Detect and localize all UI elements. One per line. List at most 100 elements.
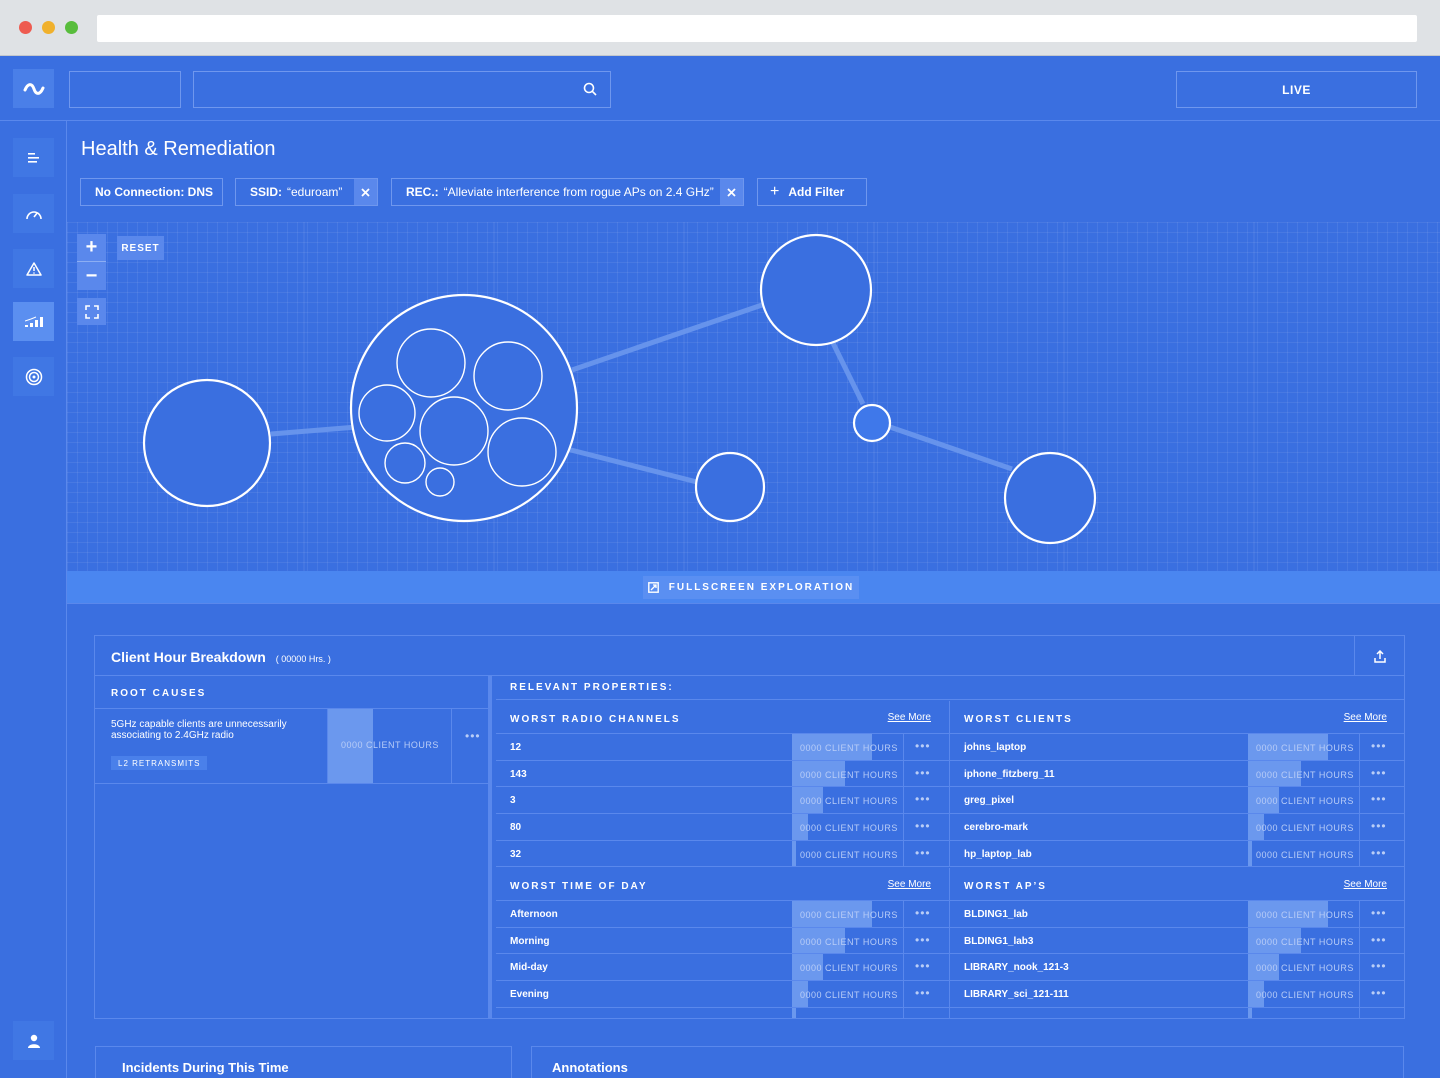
relevant-properties-heading: RELEVANT PROPERTIES: xyxy=(496,676,1404,700)
root-cause-item[interactable]: 5GHz capable clients are unnecessarily a… xyxy=(95,709,488,784)
search-input[interactable] xyxy=(193,71,611,108)
remove-filter-rec-button[interactable] xyxy=(720,179,743,205)
logo-icon xyxy=(23,82,44,95)
graph-canvas[interactable] xyxy=(67,222,1440,571)
see-more-link[interactable]: See More xyxy=(888,879,931,890)
add-filter-label: Add Filter xyxy=(788,185,845,199)
see-more-link[interactable]: See More xyxy=(1344,712,1387,723)
bar-label: 0000 CLIENT HOURS xyxy=(341,740,439,750)
see-more-link[interactable]: See More xyxy=(1344,879,1387,890)
fit-view-button[interactable] xyxy=(77,298,106,325)
user-icon xyxy=(27,1034,40,1048)
more-options-button[interactable]: ••• xyxy=(915,846,931,860)
row-name: Afternoon xyxy=(510,909,558,920)
section-title: WORST AP’S xyxy=(964,881,1047,892)
more-options-button[interactable]: ••• xyxy=(1371,739,1387,753)
filter-chip-connection[interactable]: No Connection: DNS xyxy=(80,178,223,206)
close-window-button[interactable] xyxy=(19,21,32,34)
upload-icon xyxy=(1373,649,1386,663)
target-icon xyxy=(25,368,42,385)
table-row[interactable]: 32 0000 CLIENT HOURS ••• xyxy=(496,840,949,868)
more-options-button[interactable]: ••• xyxy=(1371,986,1387,1000)
table-row[interactable]: 0000 CLIENT HOURS ••• xyxy=(950,1007,1404,1018)
zoom-controls: + − xyxy=(77,234,106,290)
bar-label: 0000 CLIENT HOURS xyxy=(800,769,898,780)
sidebar-item-menu[interactable] xyxy=(13,138,54,177)
export-button[interactable] xyxy=(1354,636,1404,676)
root-cause-tag[interactable]: L2 RETRANSMITS xyxy=(111,756,207,770)
more-options-button[interactable]: ••• xyxy=(915,766,931,780)
table-row[interactable]: Mid-day 0000 CLIENT HOURS ••• xyxy=(496,954,949,982)
table-row[interactable]: BLDING1_lab 0000 CLIENT HOURS ••• xyxy=(950,901,1404,928)
reset-button[interactable]: RESET xyxy=(117,236,164,260)
sidebar-item-dashboard[interactable] xyxy=(13,194,54,233)
more-options-button[interactable]: ••• xyxy=(1371,906,1387,920)
sidebar-item-alerts[interactable] xyxy=(13,249,54,288)
row-name: hp_laptop_lab xyxy=(964,848,1032,860)
see-more-link[interactable]: See More xyxy=(888,712,931,723)
more-options-button[interactable]: ••• xyxy=(915,933,931,947)
zoom-in-button[interactable]: + xyxy=(77,234,106,262)
annotations-card: Annotations xyxy=(531,1046,1404,1078)
table-row[interactable]: cerebro-mark 0000 CLIENT HOURS ••• xyxy=(950,814,1404,841)
table-row[interactable]: hp_laptop_lab 0000 CLIENT HOURS ••• xyxy=(950,840,1404,868)
zoom-out-button[interactable]: − xyxy=(77,262,106,290)
more-options-button[interactable]: ••• xyxy=(1371,792,1387,806)
graph-node xyxy=(694,451,766,523)
more-options-button[interactable]: ••• xyxy=(915,986,931,1000)
more-options-button[interactable]: ••• xyxy=(915,1013,931,1018)
sidebar-item-health[interactable] xyxy=(13,302,54,341)
panel-title-text: Client Hour Breakdown xyxy=(111,649,266,665)
table-row[interactable]: LIBRARY_sci_121-111 0000 CLIENT HOURS ••• xyxy=(950,981,1404,1008)
more-options-button[interactable]: ••• xyxy=(915,739,931,753)
maximize-window-button[interactable] xyxy=(65,21,78,34)
table-row[interactable]: 0000 CLIENT HOURS ••• xyxy=(496,1007,949,1018)
more-options-button[interactable]: ••• xyxy=(465,729,481,743)
filter-chip-recommendation[interactable]: REC.: “Alleviate interference from rogue… xyxy=(391,178,744,206)
more-options-button[interactable]: ••• xyxy=(1371,1013,1387,1018)
client-hours-bar: 0000 CLIENT HOURS xyxy=(1248,927,1360,954)
more-options-button[interactable]: ••• xyxy=(915,819,931,833)
more-options-button[interactable]: ••• xyxy=(1371,959,1387,973)
more-options-button[interactable]: ••• xyxy=(1371,933,1387,947)
bar-label: 0000 CLIENT HOURS xyxy=(800,849,898,860)
row-name: BLDING1_lab xyxy=(964,909,1028,920)
more-options-button[interactable]: ••• xyxy=(915,959,931,973)
table-row[interactable]: Afternoon 0000 CLIENT HOURS ••• xyxy=(496,901,949,928)
row-name: 143 xyxy=(510,768,527,780)
table-row[interactable]: johns_laptop 0000 CLIENT HOURS ••• xyxy=(950,734,1404,761)
table-row[interactable]: 3 0000 CLIENT HOURS ••• xyxy=(496,787,949,815)
site-selector[interactable] xyxy=(69,71,181,108)
minimize-window-button[interactable] xyxy=(42,21,55,34)
more-options-button[interactable]: ••• xyxy=(915,906,931,920)
fullscreen-bar: FULLSCREEN EXPLORATION xyxy=(67,571,1440,604)
table-row[interactable]: 12 0000 CLIENT HOURS ••• xyxy=(496,734,949,761)
live-button[interactable]: LIVE xyxy=(1176,71,1417,108)
table-row[interactable]: iphone_fitzberg_11 0000 CLIENT HOURS ••• xyxy=(950,760,1404,788)
worst-time-of-day: WORST TIME OF DAY See More Afternoon 0000… xyxy=(496,868,950,1018)
bar-label: 0000 CLIENT HOURS xyxy=(800,990,898,1001)
add-filter-button[interactable]: + Add Filter xyxy=(757,178,867,206)
filter-chip-ssid[interactable]: SSID: “eduroam” xyxy=(235,178,378,206)
table-row[interactable]: LIBRARY_nook_121-3 0000 CLIENT HOURS ••• xyxy=(950,954,1404,982)
address-bar[interactable] xyxy=(97,15,1417,42)
more-options-button[interactable]: ••• xyxy=(1371,846,1387,860)
sidebar-item-network[interactable] xyxy=(13,357,54,396)
more-options-button[interactable]: ••• xyxy=(1371,819,1387,833)
table-row[interactable]: Evening 0000 CLIENT HOURS ••• xyxy=(496,981,949,1008)
table-row[interactable]: 80 0000 CLIENT HOURS ••• xyxy=(496,814,949,841)
table-row[interactable]: BLDING1_lab3 0000 CLIENT HOURS ••• xyxy=(950,927,1404,955)
row-name: cerebro-mark xyxy=(964,822,1028,834)
table-row[interactable]: Morning 0000 CLIENT HOURS ••• xyxy=(496,927,949,955)
logo[interactable] xyxy=(13,69,54,108)
page-title: Health & Remediation xyxy=(81,138,276,160)
more-options-button[interactable]: ••• xyxy=(915,792,931,806)
table-row[interactable]: 143 0000 CLIENT HOURS ••• xyxy=(496,760,949,788)
warning-icon xyxy=(25,261,42,276)
remove-filter-ssid-button[interactable] xyxy=(354,179,377,205)
search-icon[interactable] xyxy=(583,82,597,96)
table-row[interactable]: greg_pixel 0000 CLIENT HOURS ••• xyxy=(950,787,1404,815)
more-options-button[interactable]: ••• xyxy=(1371,766,1387,780)
sidebar-item-user[interactable] xyxy=(13,1021,54,1060)
fullscreen-exploration-button[interactable]: FULLSCREEN EXPLORATION xyxy=(643,576,859,599)
